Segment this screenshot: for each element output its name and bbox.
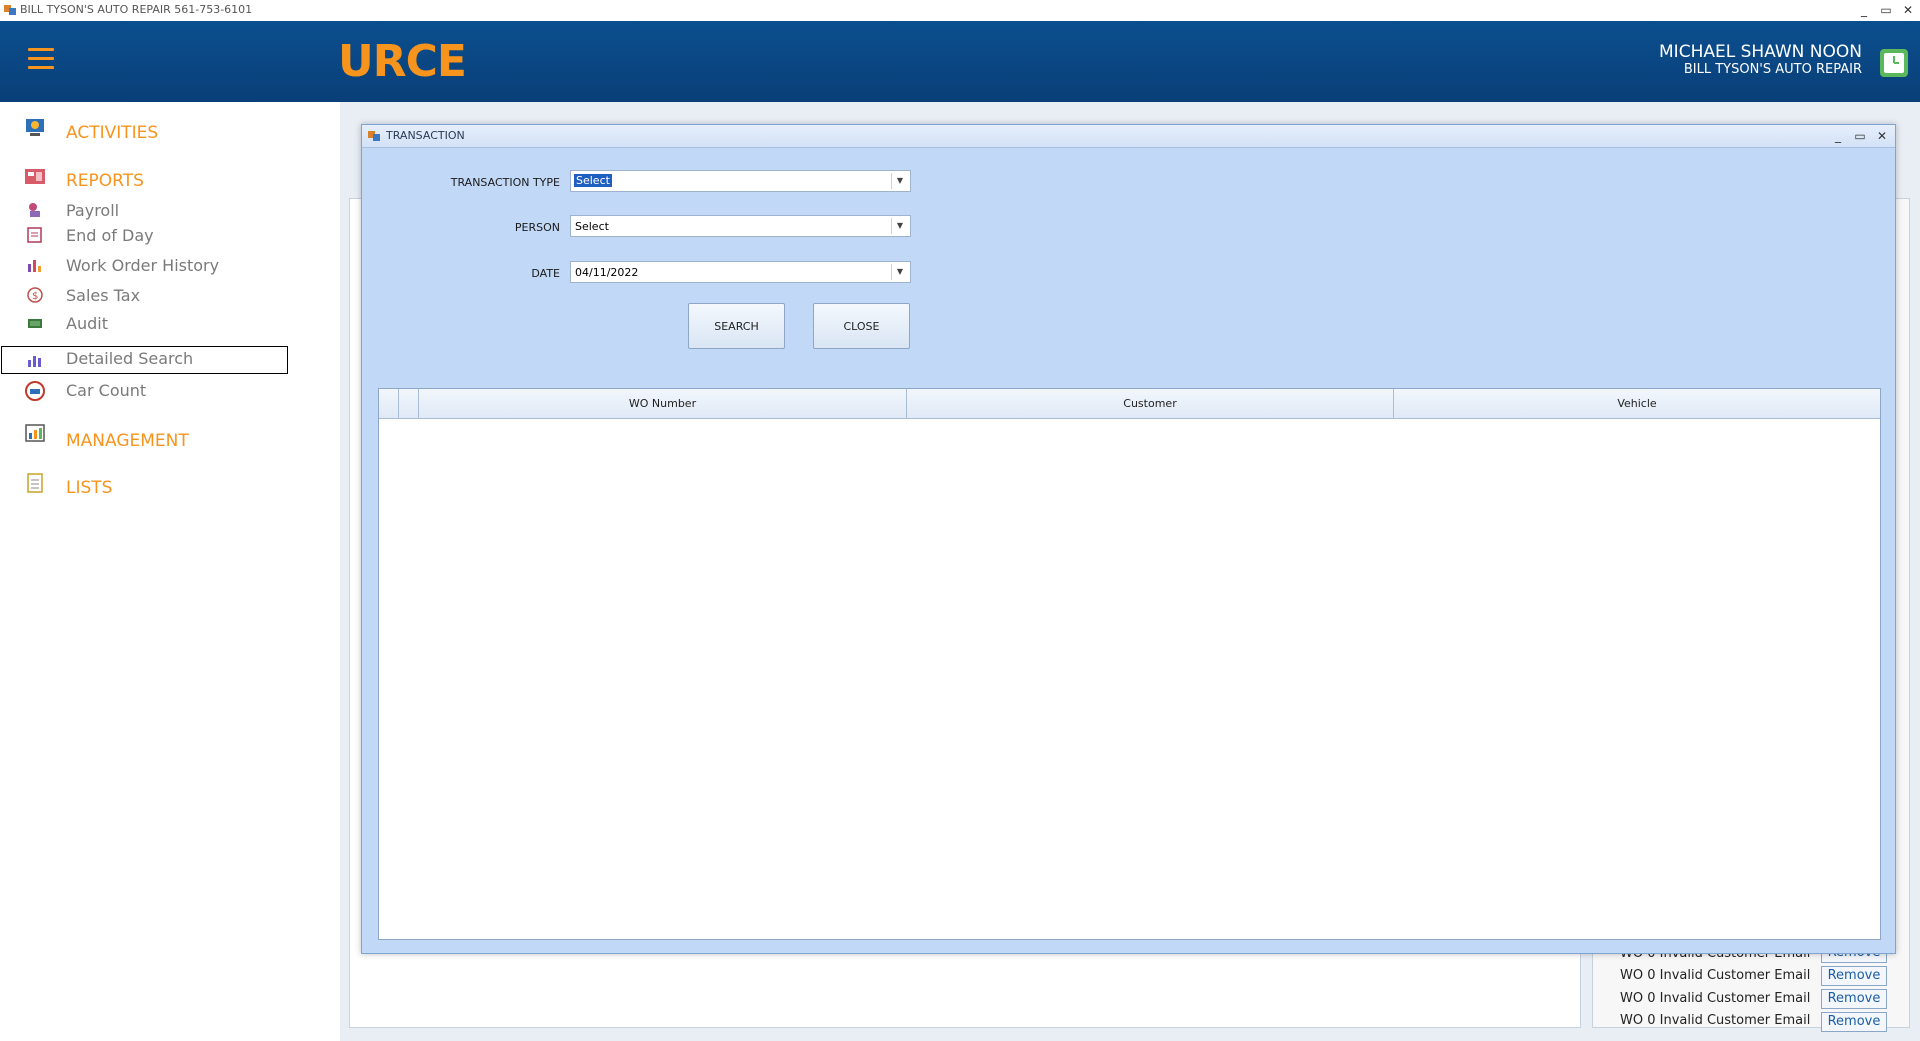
calendar-icon <box>27 227 42 243</box>
sidebar: ACTIVITIES REPORTS Payroll End of Day Wo… <box>0 102 340 1041</box>
close-button[interactable]: CLOSE <box>813 303 910 349</box>
notification-item: WO 0 Invalid Customer Email <box>1620 991 1811 1006</box>
sidebar-item-detailed-search[interactable]: Detailed Search <box>66 349 193 368</box>
remove-button[interactable]: Remove <box>1821 966 1887 986</box>
grid-row-header-cell <box>379 389 399 418</box>
nav-section-activities[interactable]: ACTIVITIES <box>66 123 158 143</box>
dialog-maximize-button[interactable]: ▭ <box>1850 126 1870 146</box>
search-button[interactable]: SEARCH <box>688 303 785 349</box>
remove-button[interactable]: Remove <box>1821 1012 1887 1032</box>
date-value: 04/11/2022 <box>575 266 639 279</box>
sidebar-item-end-of-day[interactable]: End of Day <box>66 226 154 245</box>
svg-text:$: $ <box>32 291 38 302</box>
sidebar-item-car-count[interactable]: Car Count <box>66 381 146 400</box>
dialog-minimize-button[interactable]: _ <box>1828 126 1848 146</box>
user-name: MICHAEL SHAWN NOON <box>1659 42 1862 62</box>
grid-select-cell <box>399 389 419 418</box>
window-maximize-button[interactable]: ▭ <box>1875 0 1897 20</box>
payroll-icon <box>29 203 40 217</box>
clock-icon[interactable] <box>1880 49 1908 77</box>
person-value: Select <box>575 220 609 233</box>
results-grid[interactable]: WO Number Customer Vehicle <box>378 388 1881 940</box>
money-icon: $ <box>27 287 43 303</box>
sidebar-item-sales-tax[interactable]: Sales Tax <box>66 286 140 305</box>
person-label: PERSON <box>514 221 560 234</box>
transaction-dialog: TRANSACTION _ ▭ ✕ TRANSACTION TYPE Selec… <box>361 124 1896 954</box>
window-title: BILL TYSON'S AUTO REPAIR 561-753-6101 <box>20 3 253 16</box>
management-icon <box>25 424 45 442</box>
car-count-icon <box>25 381 45 401</box>
sidebar-item-audit[interactable]: Audit <box>66 314 108 333</box>
user-company: BILL TYSON'S AUTO REPAIR <box>1683 62 1862 77</box>
window-minimize-button[interactable]: _ <box>1853 0 1875 20</box>
notification-item: WO 0 Invalid Customer Email <box>1620 968 1811 983</box>
date-picker[interactable]: 04/11/2022 ▼ <box>570 261 911 283</box>
audit-icon <box>28 319 42 328</box>
window-close-button[interactable]: ✕ <box>1897 0 1919 20</box>
reports-icon <box>25 169 45 184</box>
sidebar-item-work-order-history[interactable]: Work Order History <box>66 256 219 275</box>
app-icon <box>4 5 16 15</box>
brand-logo-text: URCE <box>338 36 467 87</box>
nav-section-management[interactable]: MANAGEMENT <box>66 431 189 451</box>
nav-section-reports[interactable]: REPORTS <box>66 171 144 191</box>
date-label: DATE <box>531 267 560 280</box>
person-select[interactable]: Select ▼ <box>570 215 911 237</box>
window-titlebar: BILL TYSON'S AUTO REPAIR 561-753-6101 _ … <box>0 0 1920 22</box>
dialog-title: TRANSACTION <box>386 129 465 142</box>
nav-section-lists[interactable]: LISTS <box>66 478 112 498</box>
chevron-down-icon[interactable]: ▼ <box>891 218 908 234</box>
column-header-customer[interactable]: Customer <box>907 389 1394 418</box>
transaction-type-value: Select <box>574 174 612 187</box>
dialog-app-icon <box>368 131 380 141</box>
app-header <box>0 21 1920 102</box>
column-header-wo-number[interactable]: WO Number <box>419 389 907 418</box>
activities-icon <box>26 119 44 136</box>
transaction-type-label: TRANSACTION TYPE <box>450 176 560 189</box>
lists-icon <box>27 473 43 493</box>
chevron-down-icon[interactable]: ▼ <box>891 264 908 280</box>
notification-item: WO 0 Invalid Customer Email <box>1620 1013 1811 1028</box>
chart-icon <box>28 356 41 367</box>
remove-button[interactable]: Remove <box>1821 989 1887 1009</box>
hamburger-menu-icon[interactable] <box>28 48 54 70</box>
dialog-titlebar: TRANSACTION _ ▭ ✕ <box>362 125 1895 148</box>
chevron-down-icon[interactable]: ▼ <box>891 173 908 189</box>
sidebar-item-payroll[interactable]: Payroll <box>66 201 119 220</box>
transaction-type-select[interactable]: Select ▼ <box>570 170 911 192</box>
dialog-close-button[interactable]: ✕ <box>1872 126 1892 146</box>
grid-header: WO Number Customer Vehicle <box>379 389 1880 419</box>
column-header-vehicle[interactable]: Vehicle <box>1394 389 1880 418</box>
bar-chart-icon <box>28 260 41 272</box>
